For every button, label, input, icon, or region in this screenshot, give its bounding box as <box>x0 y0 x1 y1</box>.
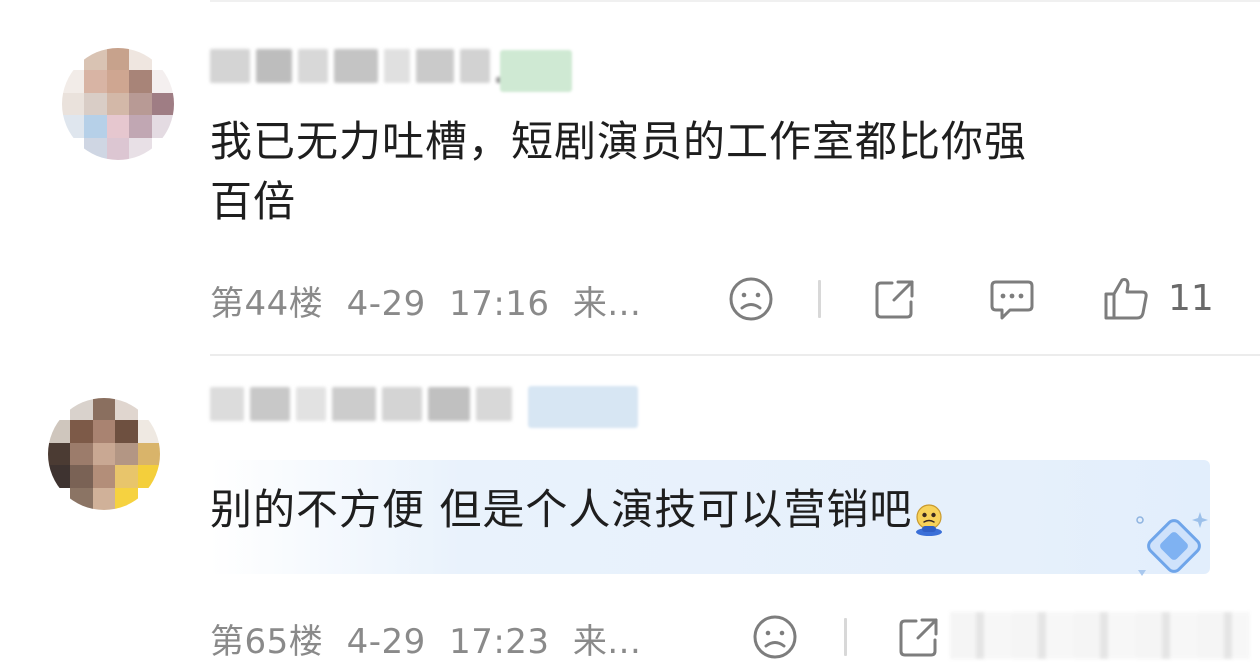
comment-time: 17:16 <box>449 284 550 324</box>
comment-button[interactable] <box>988 278 1036 322</box>
avatar[interactable] <box>48 398 160 510</box>
sad-face-icon <box>753 615 797 659</box>
comment-text-line-1: 别的不方便 但是个人演技可以营销吧 <box>210 485 913 534</box>
comment-text-line-1: 我已无力吐槽，短剧演员的工作室都比你强 <box>210 117 1028 166</box>
share-button[interactable] <box>872 276 918 322</box>
diamond-icon <box>1136 512 1208 576</box>
comment-source: 来... <box>572 284 642 324</box>
blurred-actions <box>950 612 1250 659</box>
comment-time: 17:23 <box>449 622 550 662</box>
comment-icon <box>990 280 1034 320</box>
user-badge <box>528 386 638 428</box>
avatar[interactable] <box>62 48 174 160</box>
comment-text: 我已无力吐槽，短剧演员的工作室都比你强 百倍 <box>210 112 1210 232</box>
share-button[interactable] <box>896 614 942 660</box>
comment-item: 我已无力吐槽，短剧演员的工作室都比你强 百倍 第44楼 4-29 17:16 来… <box>0 0 1260 355</box>
dislike-button[interactable] <box>752 614 798 660</box>
user-badge <box>500 50 572 92</box>
comment-meta: 第65楼 4-29 17:23 来... <box>210 614 641 663</box>
floor-number: 第65楼 <box>210 622 324 662</box>
comment-meta: 第44楼 4-29 17:16 来... <box>210 276 641 325</box>
like-count: 11 <box>1168 277 1214 319</box>
comment-date: 4-29 <box>346 622 426 662</box>
thumbs-up-icon <box>1104 278 1148 320</box>
comment-date: 4-29 <box>346 284 426 324</box>
floor-number: 第44楼 <box>210 284 324 324</box>
comment-text-line-2: 百倍 <box>210 177 297 226</box>
username-blurred[interactable] <box>210 384 512 424</box>
action-separator <box>844 618 847 656</box>
comment-text: 别的不方便 但是个人演技可以营销吧 <box>210 480 1210 540</box>
comment-source: 来... <box>572 622 642 662</box>
share-icon <box>875 280 914 319</box>
share-icon <box>899 618 938 657</box>
action-separator <box>818 280 821 318</box>
pleading-face-emoji <box>912 492 946 536</box>
dislike-button[interactable] <box>728 276 774 322</box>
comment-item: 别的不方便 但是个人演技可以营销吧 第65楼 4-29 17:23 来... <box>0 356 1260 662</box>
username-blurred[interactable] <box>210 46 518 86</box>
like-button[interactable]: 11 <box>1102 274 1214 322</box>
sad-face-icon <box>729 277 773 321</box>
